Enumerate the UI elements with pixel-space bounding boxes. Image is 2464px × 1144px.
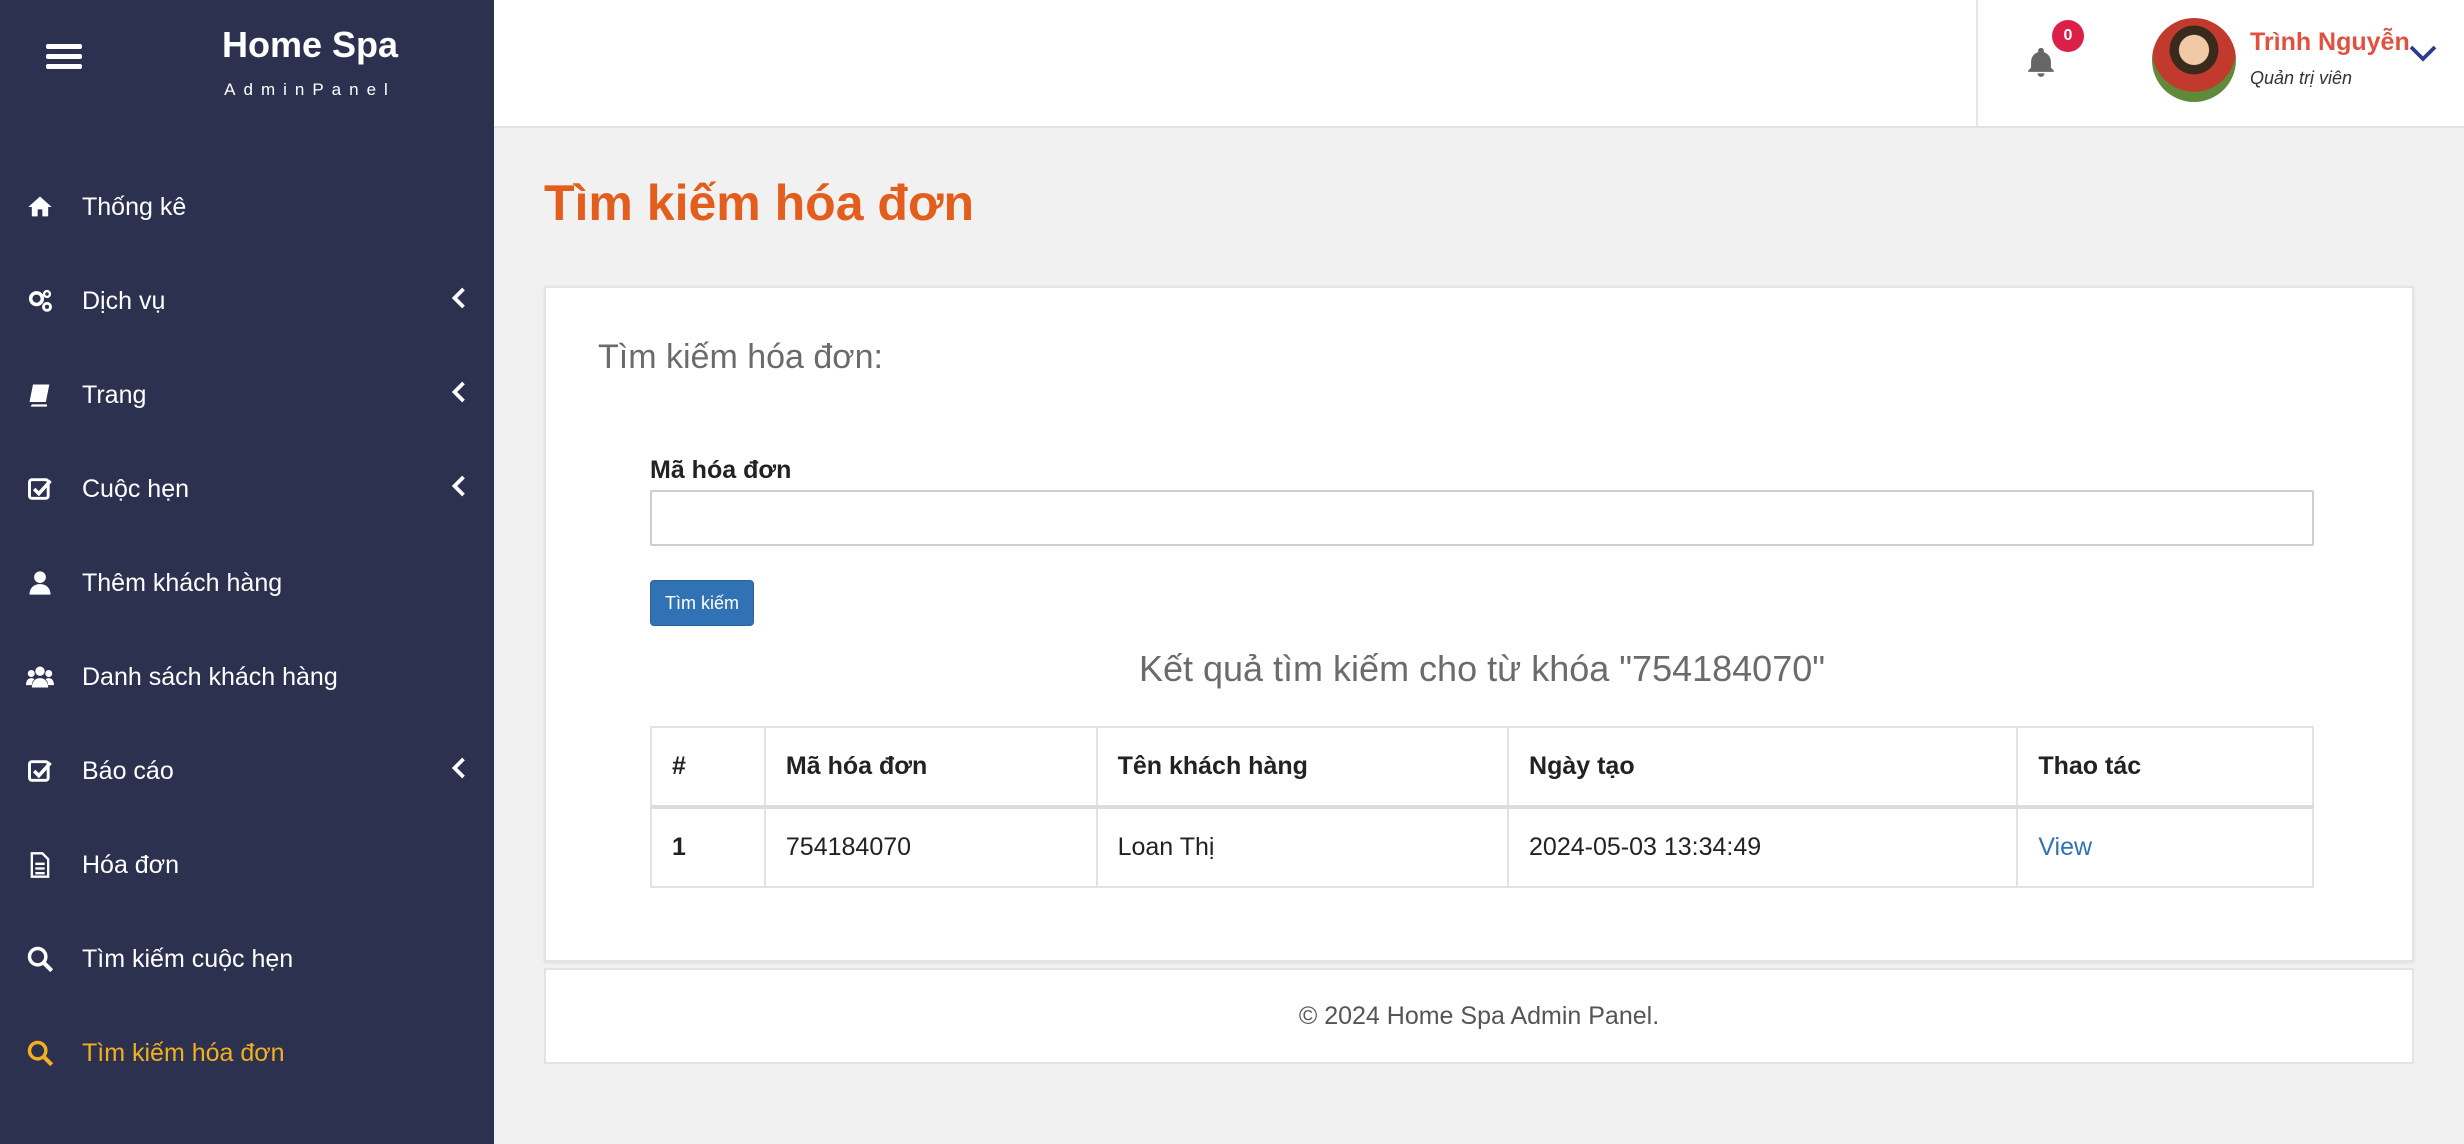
- search-icon: [22, 941, 58, 977]
- sidebar-item-label: Dịch vụ: [82, 286, 166, 315]
- view-link[interactable]: View: [2038, 833, 2092, 861]
- sidebar-item-label: Thống kê: [82, 192, 187, 221]
- invoice-code-input[interactable]: [650, 490, 2314, 546]
- invoice-code-label: Mã hóa đơn: [650, 456, 792, 484]
- column-header-invoice-code: Mã hóa đơn: [763, 726, 1098, 809]
- search-card: Tìm kiếm hóa đơn: Mã hóa đơn Tìm kiếm Kế…: [544, 286, 2414, 962]
- sidebar-item-label: Danh sách khách hàng: [82, 662, 338, 691]
- table-row: 1 754184070 Loan Thị 2024-05-03 13:34:49…: [650, 806, 2314, 888]
- footer: © 2024 Home Spa Admin Panel.: [544, 968, 2414, 1064]
- result-title: Kết quả tìm kiếm cho từ khóa "754184070": [1138, 648, 1826, 689]
- sidebar-item-label: Cuộc hẹn: [82, 474, 190, 503]
- brand-subtitle: AdminPanel: [224, 80, 396, 99]
- column-header-customer-name: Tên khách hàng: [1095, 726, 1510, 809]
- check-square-icon: [22, 471, 58, 507]
- page-title: Tìm kiếm hóa đơn: [544, 175, 975, 231]
- chevron-left-icon: [451, 475, 465, 497]
- sidebar-item-label: Hóa đơn: [82, 850, 180, 879]
- chevron-left-icon: [451, 287, 465, 309]
- avatar[interactable]: [2152, 18, 2236, 102]
- sidebar-item-dich-vu[interactable]: Dịch vụ: [0, 254, 494, 348]
- sidebar-nav: Thống kê Dịch vụ Trang Cuộc hẹn Thêm khá…: [0, 160, 494, 1100]
- search-icon: [22, 1035, 58, 1071]
- sidebar-item-danh-sach-khach-hang[interactable]: Danh sách khách hàng: [0, 630, 494, 724]
- sidebar-item-tim-kiem-cuoc-hen[interactable]: Tìm kiếm cuộc hẹn: [0, 912, 494, 1006]
- column-header-actions: Thao tác: [2016, 726, 2314, 809]
- sidebar-item-bao-cao[interactable]: Báo cáo: [0, 724, 494, 818]
- sidebar-item-tim-kiem-hoa-don[interactable]: Tìm kiếm hóa đơn: [0, 1006, 494, 1100]
- user-name[interactable]: Trình Nguyễn: [2250, 28, 2410, 57]
- column-header-created-at: Ngày tạo: [1507, 726, 2019, 809]
- search-button[interactable]: Tìm kiếm: [650, 580, 754, 626]
- brand-area: Home Spa AdminPanel: [0, 0, 494, 126]
- users-icon: [22, 659, 58, 695]
- chevron-left-icon: [451, 381, 465, 403]
- sidebar-item-label: Báo cáo: [82, 756, 174, 785]
- topbar-divider: [1976, 0, 1978, 126]
- menu-toggle-icon[interactable]: [46, 40, 82, 70]
- book-icon: [22, 377, 58, 413]
- sidebar-item-thong-ke[interactable]: Thống kê: [0, 160, 494, 254]
- brand-title: Home Spa: [221, 24, 399, 65]
- gears-icon: [22, 283, 58, 319]
- notification-badge: 0: [2052, 20, 2084, 52]
- sidebar-item-label: Tìm kiếm cuộc hẹn: [82, 944, 294, 973]
- sidebar-item-cuoc-hen[interactable]: Cuộc hẹn: [0, 442, 494, 536]
- table-header-row: # Mã hóa đơn Tên khách hàng Ngày tạo Tha…: [650, 726, 2314, 809]
- column-header-index: #: [650, 726, 766, 809]
- chevron-down-icon[interactable]: [2408, 42, 2438, 64]
- sidebar-item-trang[interactable]: Trang: [0, 348, 494, 442]
- user-role: Quản trị viên: [2250, 68, 2353, 88]
- sidebar-item-hoa-don[interactable]: Hóa đơn: [0, 818, 494, 912]
- sidebar: Home Spa AdminPanel Thống kê Dịch vụ Tra…: [0, 0, 494, 1144]
- bell-icon[interactable]: [2024, 44, 2058, 80]
- file-text-icon: [22, 847, 58, 883]
- card-subtitle: Tìm kiếm hóa đơn:: [598, 338, 883, 376]
- topbar: 0 Trình Nguyễn Quản trị viên: [494, 0, 2464, 128]
- home-icon: [22, 189, 58, 225]
- sidebar-item-label: Thêm khách hàng: [82, 568, 283, 597]
- sidebar-item-label: Tìm kiếm hóa đơn: [82, 1038, 285, 1067]
- chevron-left-icon: [451, 757, 465, 779]
- user-icon: [22, 565, 58, 601]
- cell-invoice-code: 754184070: [763, 806, 1098, 888]
- sidebar-item-them-khach-hang[interactable]: Thêm khách hàng: [0, 536, 494, 630]
- cell-actions: View: [2016, 806, 2314, 888]
- cell-index: 1: [650, 806, 766, 888]
- results-table: # Mã hóa đơn Tên khách hàng Ngày tạo Tha…: [650, 726, 2314, 888]
- cell-created-at: 2024-05-03 13:34:49: [1507, 806, 2019, 888]
- cell-customer-name: Loan Thị: [1095, 806, 1510, 888]
- footer-text: © 2024 Home Spa Admin Panel.: [1298, 1001, 1660, 1030]
- sidebar-item-label: Trang: [82, 380, 147, 409]
- check-square-icon: [22, 753, 58, 789]
